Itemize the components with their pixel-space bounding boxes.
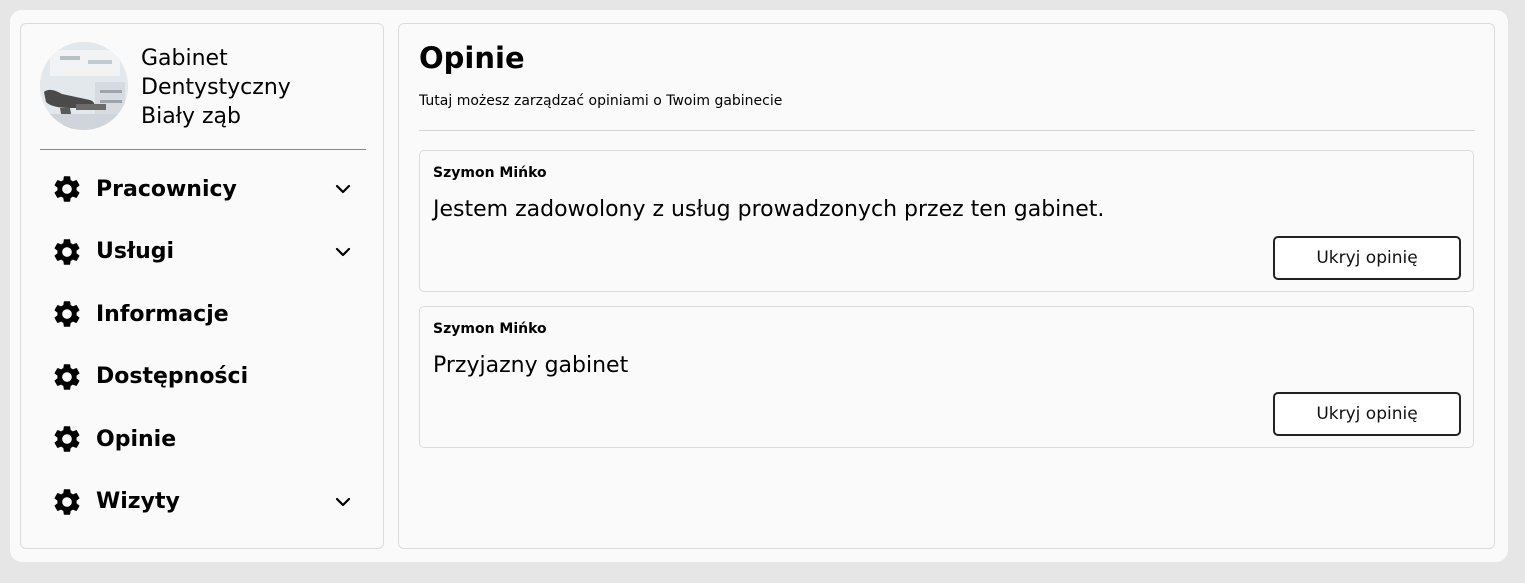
page-title: Opinie xyxy=(419,41,525,75)
dental-chair-photo-icon xyxy=(40,42,128,130)
sidebar-item-pracownicy[interactable]: Pracownicy xyxy=(51,158,361,221)
gear-icon xyxy=(51,486,83,518)
gear-icon xyxy=(51,361,83,393)
sidebar-item-informacje[interactable]: Informacje xyxy=(51,283,361,346)
review-author: Szymon Mińko xyxy=(433,321,547,337)
sidebar-item-label: Dostępności xyxy=(96,364,249,390)
sidebar-item-wizyty[interactable]: Wizyty xyxy=(51,471,361,534)
sidebar: Gabinet Dentystyczny Biały ząb Pracownic… xyxy=(20,23,384,549)
clinic-avatar xyxy=(40,42,128,130)
sidebar-nav: Pracownicy Usługi Informacje Dostępności xyxy=(51,158,361,533)
main-panel: Opinie Tutaj możesz zarządzać opiniami o… xyxy=(398,23,1495,549)
clinic-name: Gabinet Dentystyczny Biały ząb xyxy=(141,44,371,131)
chevron-down-icon xyxy=(335,247,351,256)
sidebar-item-label: Informacje xyxy=(96,301,229,327)
review-text: Jestem zadowolony z usług prowadzonych p… xyxy=(433,197,1105,222)
gear-icon xyxy=(51,236,83,268)
review-card: Szymon Mińko Przyjazny gabinet Ukryj opi… xyxy=(419,306,1474,448)
review-card: Szymon Mińko Jestem zadowolony z usług p… xyxy=(419,150,1474,292)
sidebar-item-opinie[interactable]: Opinie xyxy=(51,408,361,471)
chevron-down-icon xyxy=(335,185,351,194)
sidebar-divider xyxy=(40,149,366,150)
chevron-down-icon xyxy=(335,497,351,506)
header-divider xyxy=(419,130,1475,131)
gear-icon xyxy=(51,423,83,455)
clinic-name-line-2: Dentystyczny xyxy=(141,75,291,100)
hide-review-button[interactable]: Ukryj opinię xyxy=(1273,236,1461,280)
review-text: Przyjazny gabinet xyxy=(433,353,629,378)
sidebar-item-label: Wizyty xyxy=(96,489,180,515)
sidebar-item-uslugi[interactable]: Usługi xyxy=(51,221,361,284)
gear-icon xyxy=(51,173,83,205)
clinic-name-line-3: Biały ząb xyxy=(141,104,241,129)
sidebar-item-label: Pracownicy xyxy=(96,176,237,202)
gear-icon xyxy=(51,298,83,330)
clinic-name-line-1: Gabinet xyxy=(141,46,228,71)
hide-review-button[interactable]: Ukryj opinię xyxy=(1273,392,1461,436)
sidebar-item-label: Opinie xyxy=(96,426,177,452)
sidebar-item-dostepnosci[interactable]: Dostępności xyxy=(51,346,361,409)
review-author: Szymon Mińko xyxy=(433,165,547,181)
page-subtitle: Tutaj możesz zarządzać opiniami o Twoim … xyxy=(419,93,783,109)
clinic-brand: Gabinet Dentystyczny Biały ząb xyxy=(40,42,370,132)
sidebar-item-label: Usługi xyxy=(96,239,175,265)
